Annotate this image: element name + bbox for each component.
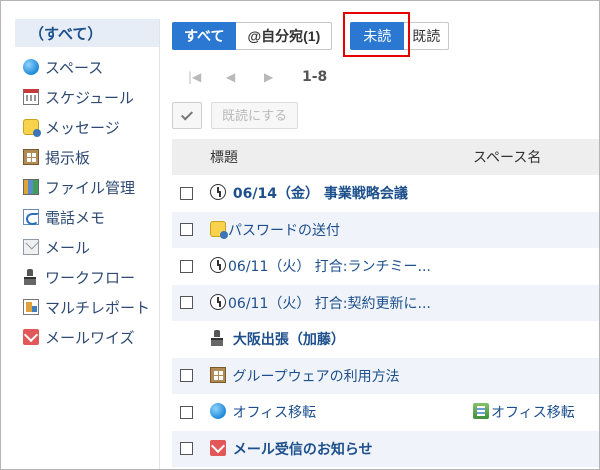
column-header-title: 標題 — [210, 139, 473, 175]
row-checkbox[interactable] — [180, 223, 193, 237]
row-space-name — [473, 248, 599, 285]
row-title-link[interactable]: 06/11（火） 打合:契約更新に... — [210, 284, 473, 321]
table-row: 06/11（火） 打合:ランチミー... — [172, 248, 599, 285]
sidebar-item-label: マルチレポート — [45, 298, 151, 317]
table-row: メール受信のお知らせ — [172, 430, 599, 467]
mailwise-icon — [23, 329, 39, 345]
mark-read-button[interactable]: 既読にする — [211, 102, 299, 129]
workflow-stamp-icon — [23, 269, 39, 285]
next-page-icon[interactable]: ▶ — [264, 70, 302, 84]
sidebar-item-bulletin-board[interactable]: 掲示板 — [15, 142, 159, 172]
row-space-link[interactable]: オフィス移転 — [473, 394, 599, 431]
filter-to-me-button[interactable]: @自分宛(1) — [236, 22, 333, 50]
row-title-link[interactable]: 大阪出張（加藤） — [210, 321, 473, 358]
sidebar-item-label: ファイル管理 — [45, 178, 136, 197]
column-header-space: スペース名 — [473, 139, 599, 175]
prev-page-icon[interactable]: ◀ — [226, 70, 264, 84]
row-title-link[interactable]: 06/11（火） 打合:ランチミー... — [210, 248, 473, 285]
row-title-link[interactable]: オフィス移転 — [210, 394, 473, 431]
sidebar-item-label: メールワイズ — [45, 328, 135, 347]
filter-read-button[interactable]: 既読 — [404, 22, 450, 50]
sidebar-item-label: （すべて） — [29, 24, 103, 43]
report-icon — [23, 299, 39, 315]
row-space-name — [473, 321, 599, 358]
row-space-name — [473, 175, 599, 212]
sidebar-item-label: ワークフロー — [45, 268, 136, 287]
sidebar-item-multi-report[interactable]: マルチレポート — [15, 292, 159, 322]
sidebar-item-label: 掲示板 — [45, 148, 91, 167]
filter-bar: すべて @自分宛(1) 未読 既読 — [172, 12, 599, 57]
table-row: グループウェアの利用方法 — [172, 357, 599, 394]
row-checkbox[interactable] — [180, 442, 193, 456]
clock-icon — [210, 257, 226, 274]
header-checkbox-col — [172, 139, 210, 175]
row-space-name — [473, 357, 599, 394]
sidebar-item-space[interactable]: スペース — [15, 52, 159, 82]
filter-all-button[interactable]: すべて — [172, 22, 237, 50]
bulk-action-row: 既読にする — [172, 102, 599, 129]
space-icon — [210, 403, 226, 420]
table-header-row: 標題 スペース名 — [172, 139, 599, 175]
sidebar-item-label: スペース — [45, 58, 104, 77]
read-status-toggle: 未読 既読 — [343, 12, 450, 57]
sidebar-item-label: スケジュール — [45, 88, 134, 107]
table-row: 大阪出張（加藤） — [172, 321, 599, 358]
page-range: 1-8 — [302, 69, 328, 85]
table-row: 06/11（火） 打合:契約更新に... — [172, 284, 599, 321]
message-icon — [210, 220, 228, 239]
building-icon — [473, 403, 489, 420]
bulletin-board-icon — [23, 149, 39, 165]
mail-icon — [23, 239, 39, 255]
clock-icon — [210, 293, 226, 310]
message-icon — [23, 119, 41, 137]
select-all-checkbox-button[interactable] — [172, 102, 202, 129]
clock-icon — [210, 184, 226, 201]
sidebar-item-mail[interactable]: メール — [15, 232, 159, 262]
sidebar-item-mailwise[interactable]: メールワイズ — [15, 322, 159, 352]
row-checkbox[interactable] — [180, 186, 193, 200]
space-icon — [23, 59, 39, 75]
row-checkbox[interactable] — [180, 369, 193, 383]
sidebar-item-schedule[interactable]: スケジュール — [15, 82, 159, 112]
bulletin-board-icon — [210, 366, 226, 383]
sidebar-item-workflow[interactable]: ワークフロー — [15, 262, 159, 292]
filter-unread-button[interactable]: 未読 — [350, 22, 405, 50]
app-filter-sidebar: （すべて） スペース スケジュール メッセージ 掲示板 ファイル管理 電話メモ — [15, 19, 160, 469]
workflow-stamp-icon — [210, 330, 226, 347]
sidebar-item-phone-memo[interactable]: 電話メモ — [15, 202, 159, 232]
notification-list-panel: すべて @自分宛(1) 未読 既読 |◀ ◀ ▶ 1-8 既読にする 標題 スペ… — [172, 12, 599, 467]
row-space-name — [473, 430, 599, 467]
row-space-name — [473, 211, 599, 248]
sidebar-item-label: メール — [45, 238, 91, 257]
row-title-link[interactable]: 06/14（金） 事業戦略会議 — [210, 175, 473, 212]
row-title-link[interactable]: パスワードの送付 — [210, 211, 473, 248]
row-title-link[interactable]: グループウェアの利用方法 — [210, 357, 473, 394]
file-cabinet-icon — [23, 179, 39, 195]
row-checkbox[interactable] — [180, 259, 193, 273]
sidebar-item-all[interactable]: （すべて） — [15, 19, 159, 47]
phone-memo-icon — [23, 209, 39, 225]
table-row: オフィス移転 オフィス移転 — [172, 394, 599, 431]
notification-table: 標題 スペース名 06/14（金） 事業戦略会議 パスワードの送付 06/11（… — [172, 139, 599, 467]
sidebar-item-label: メッセージ — [45, 118, 120, 137]
table-row: パスワードの送付 — [172, 211, 599, 248]
calendar-icon — [23, 89, 39, 105]
app-frame: （すべて） スペース スケジュール メッセージ 掲示板 ファイル管理 電話メモ — [0, 0, 600, 470]
row-checkbox[interactable] — [180, 296, 193, 310]
row-title-link[interactable]: メール受信のお知らせ — [210, 430, 473, 467]
sidebar-item-label: 電話メモ — [45, 208, 106, 227]
pagination: |◀ ◀ ▶ 1-8 — [172, 67, 599, 87]
sidebar-item-file-management[interactable]: ファイル管理 — [15, 172, 159, 202]
row-space-name — [473, 284, 599, 321]
row-checkbox[interactable] — [180, 405, 193, 419]
table-row: 06/14（金） 事業戦略会議 — [172, 175, 599, 212]
first-page-icon[interactable]: |◀ — [188, 70, 226, 84]
sidebar-item-message[interactable]: メッセージ — [15, 112, 159, 142]
mailwise-icon — [210, 439, 226, 456]
